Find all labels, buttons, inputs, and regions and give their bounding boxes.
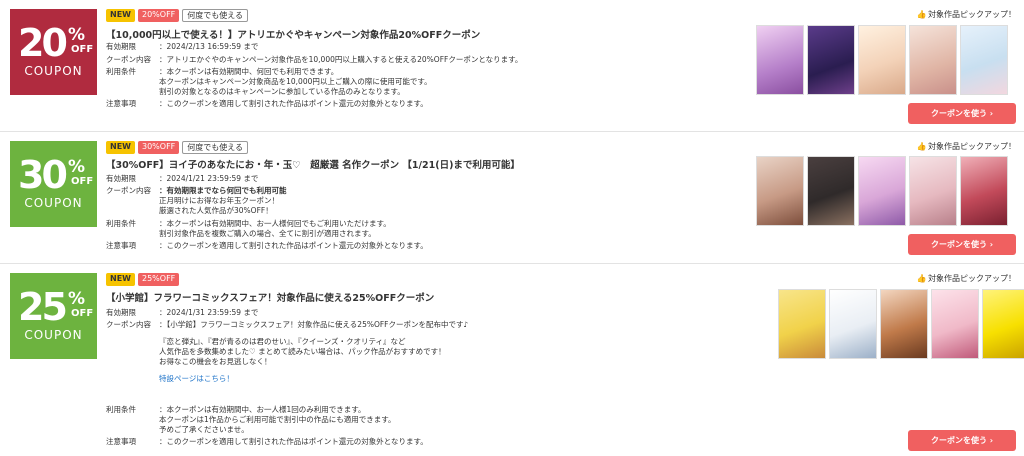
thumbs-up-icon: 👍 [916, 274, 927, 283]
pickup-text: 対象作品ピックアップ！ [928, 274, 1016, 283]
field-label: 有効期限 [106, 308, 136, 317]
coupon-card: 20 % OFF COUPON NEW 20%OFF 何度でも使える 【10,0… [0, 0, 1024, 132]
badge-coupon-label: COUPON [24, 328, 83, 342]
use-coupon-button[interactable]: クーポンを使う › [908, 430, 1016, 451]
field-value: ：本クーポンは有効期間中、何回でも利用できます。 [159, 67, 339, 76]
discount-tag: 25%OFF [137, 273, 180, 286]
field-value: お得なこの機会をお見逃しなく！ [159, 357, 272, 366]
badge-off: OFF [71, 176, 94, 187]
field-value: ：有効期限までなら何回でも利用可能 [159, 186, 287, 195]
pickup-label: 👍 対象作品ピックアップ！ [916, 9, 1016, 20]
coupon-title: 【10,000円以上で使える！】アトリエかぐやキャンペーン対象作品20%OFFク… [106, 30, 481, 41]
field-value: ：2024/2/13 16:59:59 まで [159, 42, 259, 51]
field-label: 利用条件 [106, 405, 136, 414]
cover-gallery [756, 156, 1008, 226]
field-value: ：本クーポンは有効期間中、お一人様何回でもご利用いただけます。 [159, 219, 391, 228]
use-coupon-button[interactable]: クーポンを使う › [908, 103, 1016, 124]
product-cover[interactable] [756, 25, 804, 95]
special-page-link[interactable]: 特設ページはこちら！ [159, 374, 234, 383]
coupon-card: 30 % OFF COUPON NEW 30%OFF 何度でも使える 【30%O… [0, 133, 1024, 264]
field-value: 割引の対象となるのはキャンペーンに参加している作品のみとなります。 [159, 87, 405, 96]
product-cover[interactable] [880, 289, 928, 359]
product-cover[interactable] [909, 25, 957, 95]
product-cover[interactable] [982, 289, 1024, 359]
field-value: ：このクーポンを適用して割引された作品はポイント還元の対象外となります。 [159, 241, 428, 250]
badge-off: OFF [71, 44, 94, 55]
field-value [159, 330, 468, 337]
pickup-label: 👍 対象作品ピックアップ！ [916, 273, 1016, 284]
cover-gallery [778, 289, 1024, 359]
pickup-label: 👍 対象作品ピックアップ！ [916, 141, 1016, 152]
reusable-tag: 何度でも使える [182, 9, 249, 22]
field-label: 利用条件 [106, 67, 136, 76]
new-tag: NEW [106, 9, 135, 22]
cover-gallery [756, 25, 1008, 95]
field-label: 注意事項 [106, 99, 136, 108]
coupon-card: 25 % OFF COUPON NEW 25%OFF 【小学館】フラワーコミック… [0, 265, 1024, 456]
tag-row: NEW 20%OFF 何度でも使える [106, 9, 249, 23]
tag-row: NEW 25%OFF [106, 273, 180, 287]
field-value: ：【小学館】フラワーコミックスフェア！対象作品に使える25%OFFクーポンを配布… [159, 320, 469, 329]
product-cover[interactable] [909, 156, 957, 226]
field-label: 有効期限 [106, 42, 136, 51]
new-tag: NEW [106, 141, 135, 154]
product-cover[interactable] [807, 156, 855, 226]
discount-badge: 20 % OFF COUPON [10, 9, 97, 95]
product-cover[interactable] [931, 289, 979, 359]
discount-tag: 30%OFF [137, 141, 180, 154]
new-tag: NEW [106, 273, 135, 286]
field-value: ：2024/1/31 23:59:59 まで [159, 308, 259, 317]
use-coupon-button[interactable]: クーポンを使う › [908, 234, 1016, 255]
field-label: クーポン内容 [106, 55, 151, 64]
badge-coupon-label: COUPON [24, 196, 83, 210]
field-value: 厳選された人気作品が30%OFF！ [159, 206, 273, 215]
field-value: 人気作品を多数集めました♡ まとめて読みたい場合は、パック作品がおすすめです！ [159, 347, 446, 356]
badge-percent-sign: % [68, 157, 86, 177]
field-label: 有効期限 [106, 174, 136, 183]
field-label: クーポン内容 [106, 186, 151, 195]
badge-coupon-label: COUPON [24, 64, 83, 78]
field-value: 正月明けにお得なお年玉クーポン！ [159, 196, 279, 205]
pickup-text: 対象作品ピックアップ！ [928, 10, 1016, 19]
discount-badge: 25 % OFF COUPON [10, 273, 97, 359]
badge-percent: 20 [18, 21, 68, 65]
badge-percent-sign: % [68, 289, 86, 309]
coupon-title: 【30%OFF】ヨイ子のあなたにお・年・玉♡ 超厳選 名作クーポン 【1/21(… [106, 160, 520, 171]
field-value: ：このクーポンを適用して割引された作品はポイント還元の対象外となります。 [159, 437, 428, 446]
product-cover[interactable] [756, 156, 804, 226]
product-cover[interactable] [807, 25, 855, 95]
product-cover[interactable] [960, 156, 1008, 226]
pickup-text: 対象作品ピックアップ！ [928, 142, 1016, 151]
badge-off: OFF [71, 308, 94, 319]
field-value [159, 367, 468, 374]
product-cover[interactable] [778, 289, 826, 359]
field-value: ：2024/1/21 23:59:59 まで [159, 174, 259, 183]
field-label: 注意事項 [106, 437, 136, 446]
badge-percent: 30 [18, 153, 68, 197]
discount-tag: 20%OFF [137, 9, 180, 22]
field-value: ：本クーポンは有効期間中、お一人様1回のみ利用できます。 [159, 405, 366, 414]
field-value: 本クーポンは1作品からご利用可能で割引中の作品にも適用できます。 [159, 415, 396, 424]
field-label: 注意事項 [106, 241, 136, 250]
badge-percent: 25 [18, 285, 68, 329]
field-value: 本クーポンはキャンペーン対象商品を10,000円以上ご購入の際に使用可能です。 [159, 77, 432, 86]
product-cover[interactable] [858, 25, 906, 95]
discount-badge: 30 % OFF COUPON [10, 141, 97, 227]
tag-row: NEW 30%OFF 何度でも使える [106, 141, 249, 155]
thumbs-up-icon: 👍 [916, 142, 927, 151]
badge-percent-sign: % [68, 25, 86, 45]
product-cover[interactable] [960, 25, 1008, 95]
coupon-title: 【小学館】フラワーコミックスフェア！対象作品に使える25%OFFクーポン [106, 293, 435, 304]
field-value: ：アトリエかぐやのキャンペーン対象作品を10,000円以上購入すると使える20%… [159, 55, 523, 64]
product-cover[interactable] [858, 156, 906, 226]
field-value: ：このクーポンを適用して割引された作品はポイント還元の対象外となります。 [159, 99, 428, 108]
product-cover[interactable] [829, 289, 877, 359]
field-value: 『恋と弾丸』、『君が青るのは君のせい』、『クイーンズ・クオリティ』など [159, 337, 406, 346]
field-value: 割引対象作品を複数ご購入の場合、全てに割引が適用されます。 [159, 229, 376, 238]
field-value: 予めご了承くださいませ。 [159, 425, 249, 434]
field-label: 利用条件 [106, 219, 136, 228]
reusable-tag: 何度でも使える [182, 141, 249, 154]
thumbs-up-icon: 👍 [916, 10, 927, 19]
field-label: クーポン内容 [106, 320, 151, 329]
